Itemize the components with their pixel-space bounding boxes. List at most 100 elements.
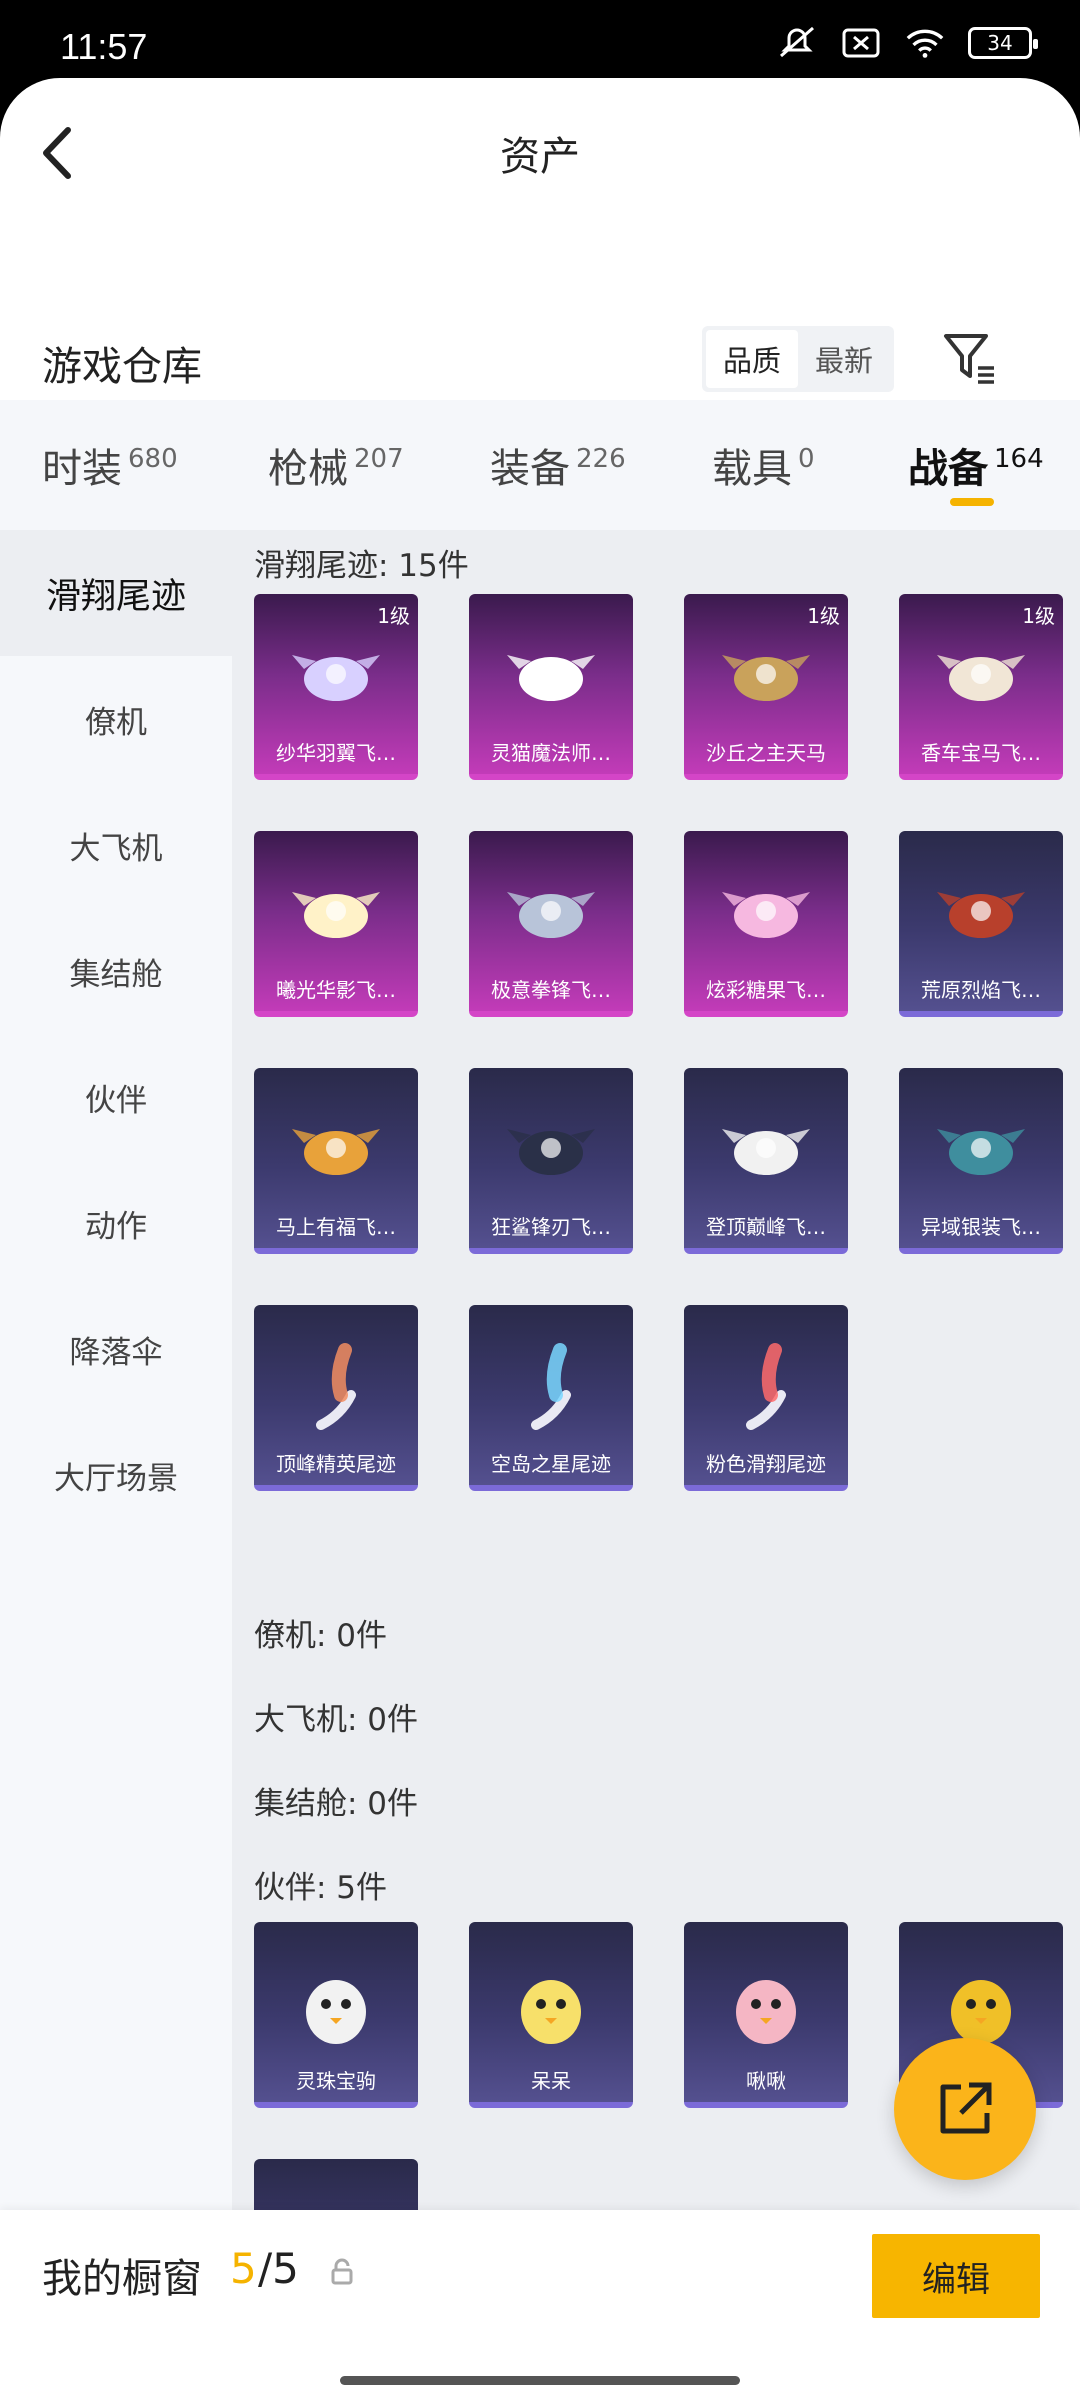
item-card[interactable]: 1级 纱华羽翼飞… — [254, 594, 418, 780]
item-level-badge: 1级 — [807, 604, 840, 628]
tab-label: 战备 — [908, 446, 988, 492]
sort-toggle: 品质 最新 — [702, 326, 894, 392]
white-dragon-partner-icon — [286, 1952, 386, 2052]
tab-count: 226 — [576, 444, 626, 474]
group-title-wingman: 僚机: 0件 — [254, 1618, 388, 1654]
active-tab-indicator — [950, 498, 994, 506]
item-card[interactable]: 炫彩糖果飞… — [684, 831, 848, 1017]
status-icons: 34 — [776, 26, 1038, 60]
item-card[interactable]: 粉色滑翔尾迹 — [684, 1305, 848, 1491]
wing-glider-icon — [286, 624, 386, 724]
sidebar-item-wingman[interactable]: 僚机 — [0, 656, 232, 782]
item-card[interactable]: 顶峰精英尾迹 — [254, 1305, 418, 1491]
tab-count: 0 — [798, 444, 815, 474]
rainbow-trail-icon — [501, 1335, 601, 1435]
showcase-bar: 我的橱窗 5 /5 编辑 — [0, 2210, 1080, 2400]
tab-label: 装备 — [490, 446, 570, 492]
cat-glider-icon — [501, 624, 601, 724]
category-tabs: 时装 680 枪械 207 装备 226 载具 0 战备 164 — [0, 400, 1080, 530]
item-card[interactable]: 登顶巅峰飞… — [684, 1068, 848, 1254]
sim-off-icon — [840, 26, 882, 60]
smoke-trail-icon — [286, 1335, 386, 1435]
pegasus-chariot-icon — [716, 624, 816, 724]
filter-icon[interactable] — [940, 328, 1000, 388]
showcase-count-current: 5 — [230, 2244, 257, 2293]
carriage-glider-icon — [931, 624, 1031, 724]
item-card[interactable]: 灵珠宝驹 — [254, 1922, 418, 2108]
sidebar-item-big-plane[interactable]: 大飞机 — [0, 782, 232, 908]
tab-label: 枪械 — [268, 446, 348, 492]
item-name: 啾啾 — [746, 2069, 786, 2093]
subcategory-sidebar: 滑翔尾迹 僚机 大飞机 集结舱 伙伴 动作 降落伞 大厅场景 — [0, 530, 232, 2210]
showcase-label: 我的橱窗 — [42, 2256, 202, 2302]
horse-glider-icon — [286, 1098, 386, 1198]
flame-glider-icon — [931, 861, 1031, 961]
item-level-badge: 1级 — [377, 604, 410, 628]
home-indicator[interactable] — [340, 2376, 740, 2385]
tab-fashion[interactable]: 时装 680 — [42, 400, 178, 530]
item-name: 顶峰精英尾迹 — [276, 1452, 396, 1476]
candy-glider-icon — [716, 861, 816, 961]
sidebar-item-lobby-scene[interactable]: 大厅场景 — [0, 1412, 232, 1538]
item-grid-area: 滑翔尾迹: 15件 1级 纱华羽翼飞… 灵猫魔法师… 1级 沙丘之主天马 1级 香车宝马飞…… — [232, 530, 1080, 2345]
tab-label: 时装 — [42, 446, 122, 492]
edit-button[interactable]: 编辑 — [872, 2234, 1040, 2318]
tab-label: 载具 — [712, 446, 792, 492]
item-card[interactable]: 空岛之星尾迹 — [469, 1305, 633, 1491]
group-title-partner: 伙伴: 5件 — [254, 1870, 388, 1906]
item-name: 香车宝马飞… — [921, 741, 1041, 765]
item-card[interactable]: 狂鲨锋刃飞… — [469, 1068, 633, 1254]
silver-glider-icon — [931, 1098, 1031, 1198]
group-title-assembly-pod: 集结舱: 0件 — [254, 1786, 419, 1822]
battery-icon: 34 — [968, 27, 1038, 59]
item-card[interactable]: 极意拳锋飞… — [469, 831, 633, 1017]
item-card[interactable]: 灵猫魔法师… — [469, 594, 633, 780]
item-name: 沙丘之主天马 — [706, 741, 826, 765]
item-card[interactable]: 啾啾 — [684, 1922, 848, 2108]
app-screen: 资产 游戏仓库 品质 最新 时装 680 枪械 207 装备 226 载具 0 … — [0, 78, 1080, 2400]
rooster-partner-icon — [931, 1952, 1031, 2052]
item-name: 异域银装飞… — [921, 1215, 1041, 1239]
lock-icon — [330, 2258, 354, 2286]
item-name: 荒原烈焰飞… — [921, 978, 1041, 1002]
flower-glider-icon — [286, 861, 386, 961]
wifi-icon — [904, 26, 946, 60]
item-name: 灵珠宝驹 — [296, 2069, 376, 2093]
item-card[interactable]: 马上有福飞… — [254, 1068, 418, 1254]
tab-equipment[interactable]: 装备 226 — [490, 400, 626, 530]
item-name: 炫彩糖果飞… — [706, 978, 826, 1002]
item-card[interactable]: 异域银装飞… — [899, 1068, 1063, 1254]
tab-count: 164 — [994, 444, 1044, 474]
tab-combat-gear[interactable]: 战备 164 — [908, 400, 1044, 530]
tab-count: 207 — [354, 444, 404, 474]
item-name: 粉色滑翔尾迹 — [706, 1452, 826, 1476]
sidebar-item-parachute[interactable]: 降落伞 — [0, 1286, 232, 1412]
item-card[interactable]: 呆呆 — [469, 1922, 633, 2108]
top-bar: 资产 — [0, 78, 1080, 228]
sidebar-item-assembly-pod[interactable]: 集结舱 — [0, 908, 232, 1034]
share-fab[interactable] — [894, 2038, 1036, 2180]
mute-icon — [776, 26, 818, 60]
group-title-glide-trail: 滑翔尾迹: 15件 — [254, 548, 469, 584]
item-card[interactable]: 1级香车宝马飞… — [899, 594, 1063, 780]
tab-vehicles[interactable]: 载具 0 — [712, 400, 815, 530]
item-name: 灵猫魔法师… — [491, 741, 611, 765]
item-name: 狂鲨锋刃飞… — [491, 1215, 611, 1239]
sidebar-item-partner[interactable]: 伙伴 — [0, 1034, 232, 1160]
tab-count: 680 — [128, 444, 178, 474]
elephant-glider-icon — [501, 861, 601, 961]
item-name: 登顶巅峰飞… — [706, 1215, 826, 1239]
sidebar-item-emote[interactable]: 动作 — [0, 1160, 232, 1286]
sort-by-quality[interactable]: 品质 — [706, 330, 798, 388]
external-link-icon — [940, 2082, 992, 2134]
item-card[interactable]: 1级沙丘之主天马 — [684, 594, 848, 780]
tab-guns[interactable]: 枪械 207 — [268, 400, 404, 530]
status-time: 11:57 — [60, 26, 148, 67]
sort-by-newest[interactable]: 最新 — [798, 330, 890, 388]
item-card[interactable]: 曦光华影飞… — [254, 831, 418, 1017]
item-card[interactable]: 荒原烈焰飞… — [899, 831, 1063, 1017]
item-name: 曦光华影飞… — [276, 978, 396, 1002]
chick-partner-icon — [501, 1952, 601, 2052]
sidebar-item-glide-trail[interactable]: 滑翔尾迹 — [0, 530, 232, 656]
item-level-badge: 1级 — [1022, 604, 1055, 628]
